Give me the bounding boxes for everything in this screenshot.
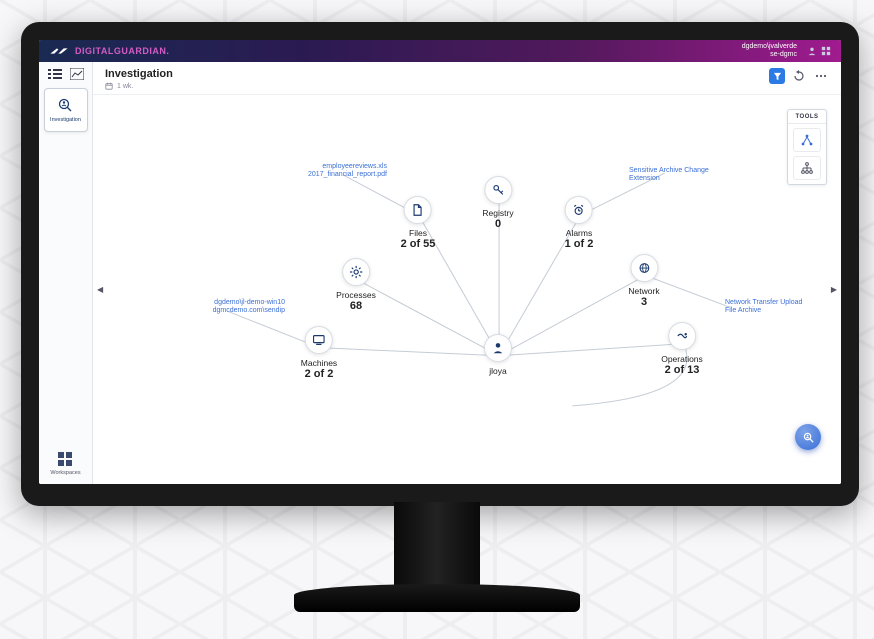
page-header: Investigation 1 wk. — [93, 62, 841, 95]
user-avatar-icon[interactable] — [807, 46, 817, 56]
time-range: 1 wk. — [117, 83, 133, 90]
node-processes-label: Processes — [336, 290, 376, 300]
more-button[interactable] — [813, 68, 829, 84]
user-tenant: se-dgmc — [742, 51, 797, 59]
rail-card-label: Investigation — [50, 117, 81, 123]
expand-right[interactable]: ▶ — [831, 285, 837, 294]
brand-text: DIGITALGUARDIAN. — [75, 46, 169, 56]
tools-title: TOOLS — [788, 110, 826, 124]
network-icon — [637, 261, 651, 275]
node-network-value: 3 — [641, 296, 647, 308]
annotation-files: employeereviews.xls 2017_financial_repor… — [297, 163, 387, 179]
key-icon — [491, 183, 505, 197]
user-area: dgdemo\jvalverde se-dgmc — [742, 43, 831, 58]
node-center-label: jloya — [489, 366, 506, 376]
rail-workspaces-label: Workspaces — [50, 470, 80, 476]
node-operations-value: 2 of 13 — [665, 364, 700, 376]
rail-tab-chart[interactable] — [68, 66, 86, 82]
annotation-network: Network Transfer Upload File Archive — [725, 299, 815, 315]
app-screen: DIGITALGUARDIAN. dgdemo\jvalverde se-dgm… — [39, 40, 841, 484]
node-alarms[interactable]: Alarms 1 of 2 — [565, 196, 594, 250]
top-bar: DIGITALGUARDIAN. dgdemo\jvalverde se-dgm… — [39, 40, 841, 62]
rail-workspaces[interactable]: Workspaces — [50, 450, 80, 476]
workspaces-icon — [56, 450, 74, 468]
monitor-icon — [312, 333, 326, 347]
refresh-button[interactable] — [791, 68, 807, 84]
left-rail: Investigation Workspaces — [39, 62, 93, 484]
file-icon — [411, 203, 425, 217]
user-name: dgdemo\jvalverde — [742, 43, 797, 51]
node-machines-label: Machines — [301, 358, 337, 368]
dots-icon — [815, 70, 827, 82]
expand-left[interactable]: ◀ — [97, 285, 103, 294]
content-row: Investigation Workspaces Investigation 1… — [39, 62, 841, 484]
node-network[interactable]: Network 3 — [628, 254, 659, 308]
node-registry-value: 0 — [495, 218, 501, 230]
filter-button[interactable] — [769, 68, 785, 84]
graph-canvas[interactable]: employeereviews.xls 2017_financial_repor… — [93, 95, 841, 484]
calendar-icon — [105, 82, 113, 90]
gear-icon — [349, 265, 363, 279]
apps-icon[interactable] — [821, 46, 831, 56]
investigate-icon — [802, 431, 815, 444]
node-machines[interactable]: Machines 2 of 2 — [301, 326, 337, 380]
node-operations-label: Operations — [661, 354, 703, 364]
node-machines-value: 2 of 2 — [305, 368, 334, 380]
node-operations[interactable]: Operations 2 of 13 — [661, 322, 703, 376]
hierarchy-icon — [800, 161, 814, 175]
operations-icon — [675, 329, 689, 343]
brand-primary: DIGITAL — [75, 46, 114, 56]
node-user-center[interactable]: jloya — [484, 334, 512, 376]
node-alarms-label: Alarms — [566, 228, 592, 238]
brand-icon — [49, 46, 69, 56]
tool-hierarchy[interactable] — [793, 156, 821, 180]
monitor-stand-neck — [394, 502, 480, 590]
node-processes[interactable]: Processes 68 — [336, 258, 376, 312]
node-registry-label: Registry — [482, 208, 513, 218]
rail-card-investigation[interactable]: Investigation — [44, 88, 88, 132]
refresh-icon — [793, 70, 805, 82]
graph-edges — [93, 95, 841, 476]
page-title: Investigation — [105, 68, 173, 80]
node-processes-value: 68 — [350, 300, 362, 312]
user-text: dgdemo\jvalverde se-dgmc — [742, 43, 797, 58]
rail-tab-list[interactable] — [46, 66, 64, 82]
monitor-frame: DIGITALGUARDIAN. dgdemo\jvalverde se-dgm… — [21, 22, 859, 506]
brand-logo: DIGITALGUARDIAN. — [49, 46, 169, 56]
user-icon — [491, 341, 505, 355]
node-files-value: 2 of 55 — [401, 238, 436, 250]
funnel-icon — [773, 72, 782, 81]
node-files[interactable]: Files 2 of 55 — [401, 196, 436, 250]
floating-action-button[interactable] — [795, 424, 821, 450]
main-area: Investigation 1 wk. — [93, 62, 841, 484]
node-registry[interactable]: Registry 0 — [482, 176, 513, 230]
annotation-machines: dgdemo\jl-demo-win10 dgmcdemo.com\sendip — [195, 299, 285, 315]
monitor-stand-base — [294, 584, 580, 612]
brand-accent: GUARDIAN. — [114, 46, 170, 56]
alarm-icon — [572, 203, 586, 217]
node-files-label: Files — [409, 228, 427, 238]
node-network-label: Network — [628, 286, 659, 296]
node-alarms-value: 1 of 2 — [565, 238, 594, 250]
page-subtitle: 1 wk. — [105, 82, 173, 90]
tools-panel: TOOLS — [787, 109, 827, 185]
tree-icon — [800, 133, 814, 147]
investigation-icon — [57, 97, 75, 115]
annotation-alarms: Sensitive Archive Change Extension — [629, 167, 719, 183]
tool-tree[interactable] — [793, 128, 821, 152]
